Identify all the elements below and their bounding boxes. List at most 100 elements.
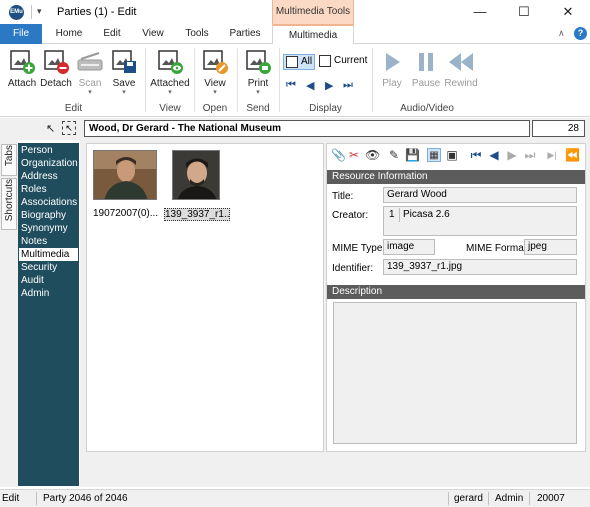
- quick-access-dropdown-icon[interactable]: ▾: [37, 6, 42, 17]
- media-end-icon[interactable]: ▶|: [545, 148, 559, 162]
- tab-parties[interactable]: Parties: [222, 24, 268, 44]
- detach-button[interactable]: Detach: [39, 48, 73, 89]
- mime-format-field[interactable]: jpeg: [524, 239, 577, 255]
- view-button[interactable]: View ▾: [198, 48, 232, 96]
- thumbnail-item[interactable]: 139_3937_r1....: [164, 150, 230, 221]
- group-separator: [372, 48, 373, 112]
- pointer-icon[interactable]: ↖: [46, 122, 55, 135]
- nav-item-roles[interactable]: Roles: [21, 183, 47, 196]
- play-label: Play: [382, 78, 402, 89]
- side-tab-shortcuts-label: Shortcuts: [3, 179, 15, 222]
- attached-dropdown-icon: ▾: [168, 89, 172, 96]
- display-last-icon[interactable]: ⏭: [343, 79, 353, 92]
- scan-dropdown-icon: ▾: [88, 89, 92, 96]
- mime-type-field[interactable]: image: [383, 239, 435, 255]
- pause-button[interactable]: Pause: [410, 48, 442, 89]
- group-label-view: View: [159, 103, 181, 114]
- first-record-icon[interactable]: ⏮: [469, 148, 483, 162]
- view-dropdown-icon: ▾: [213, 89, 217, 96]
- nav-item-organization[interactable]: Organization: [21, 157, 78, 170]
- edit-image-icon[interactable]: ✎: [387, 148, 401, 162]
- rewind-label: Rewind: [444, 78, 478, 89]
- rewind-button[interactable]: Rewind: [444, 48, 478, 89]
- nav-item-admin[interactable]: Admin: [21, 287, 49, 300]
- mime-format-label: MIME Format:: [466, 243, 530, 254]
- quick-access-separator: [31, 5, 32, 19]
- print-button[interactable]: Print ▾: [241, 48, 275, 96]
- display-prev-icon[interactable]: ◀: [306, 79, 314, 92]
- last-record-icon[interactable]: ⏭: [523, 148, 537, 162]
- nav-item-synonymy[interactable]: Synonymy: [21, 222, 68, 235]
- nav-item-multimedia[interactable]: Multimedia: [19, 248, 78, 261]
- status-bar: Edit Party 2046 of 2046 gerard Admin 200…: [0, 489, 590, 507]
- nav-item-person[interactable]: Person: [21, 144, 53, 157]
- save-label: Save: [112, 78, 136, 89]
- context-tab-header: Multimedia Tools: [272, 0, 354, 24]
- side-tab-tabs[interactable]: Tabs: [1, 144, 17, 176]
- save-disk-icon[interactable]: 💾: [405, 148, 420, 162]
- grid-view-icon[interactable]: ▦: [427, 148, 441, 162]
- attach-button[interactable]: Attach: [5, 48, 39, 89]
- prev-record-icon[interactable]: ◀: [487, 148, 501, 162]
- single-view-icon[interactable]: ▣: [445, 148, 459, 162]
- select-region-icon[interactable]: ↖: [62, 121, 76, 135]
- scan-icon: [77, 52, 103, 71]
- side-tab-shortcuts[interactable]: Shortcuts: [1, 178, 17, 230]
- attached-button[interactable]: Attached ▾: [150, 48, 190, 96]
- save-button[interactable]: Save ▾: [107, 48, 141, 96]
- description-field[interactable]: [333, 302, 577, 444]
- nav-item-audit[interactable]: Audit: [21, 274, 44, 287]
- next-record-icon[interactable]: ▶: [505, 148, 519, 162]
- resource-info-header: Resource Information: [327, 170, 585, 184]
- minimize-button[interactable]: —: [458, 0, 502, 24]
- nav-item-address[interactable]: Address: [21, 170, 58, 183]
- detach-icon: [44, 50, 69, 74]
- nav-item-notes[interactable]: Notes: [21, 235, 47, 248]
- title-field[interactable]: Gerard Wood: [383, 187, 577, 203]
- identifier-field[interactable]: 139_3937_r1.jpg: [383, 259, 577, 275]
- nav-item-biography[interactable]: Biography: [21, 209, 66, 222]
- app-logo-icon[interactable]: EMu: [9, 5, 24, 20]
- detach-clip-icon[interactable]: ✂: [347, 148, 361, 162]
- creator-field[interactable]: 1 Picasa 2.6: [383, 206, 577, 236]
- tab-edit[interactable]: Edit: [93, 24, 131, 44]
- status-separator: [488, 492, 489, 505]
- display-current-label: Current: [334, 55, 368, 66]
- window-title: Parties (1) - Edit: [57, 6, 137, 18]
- nav-item-security[interactable]: Security: [21, 261, 57, 274]
- tab-file[interactable]: File: [0, 24, 42, 44]
- help-icon[interactable]: ?: [574, 27, 587, 40]
- tab-home[interactable]: Home: [48, 24, 90, 44]
- thumbnail-item[interactable]: 19072007(0)....: [93, 150, 159, 219]
- attach-clip-icon[interactable]: 📎: [331, 148, 346, 162]
- ribbon-collapse-icon[interactable]: ∧: [558, 28, 565, 39]
- tab-multimedia[interactable]: Multimedia: [272, 24, 354, 45]
- nav-panel: Person Organization Address Roles Associ…: [18, 143, 79, 486]
- display-next-icon[interactable]: ▶: [325, 79, 333, 92]
- ribbon: Attach Detach Scan ▾ Save ▾ Edit Attache…: [0, 44, 590, 117]
- display-current-button[interactable]: Current: [317, 54, 367, 70]
- status-user: gerard: [454, 493, 483, 504]
- view-eye-icon[interactable]: 👁: [365, 148, 380, 162]
- close-button[interactable]: ✕: [546, 0, 590, 24]
- print-icon: [246, 50, 271, 74]
- record-title: Wood, Dr Gerard - The National Museum: [84, 120, 530, 137]
- thumbnail-caption: 139_3937_r1....: [164, 208, 230, 221]
- media-rewind-icon[interactable]: ⏪: [565, 148, 580, 162]
- display-all-button[interactable]: All: [283, 54, 315, 70]
- nav-item-associations[interactable]: Associations: [21, 196, 77, 209]
- attach-label: Attach: [7, 78, 37, 89]
- tab-tools[interactable]: Tools: [176, 24, 218, 44]
- view-label: View: [204, 78, 226, 89]
- tab-view[interactable]: View: [134, 24, 172, 44]
- maximize-button[interactable]: ☐: [502, 0, 546, 24]
- attach-icon: [10, 50, 35, 74]
- creator-label: Creator:: [332, 210, 369, 221]
- view-icon: [203, 50, 228, 74]
- play-icon: [386, 53, 400, 71]
- group-label-display: Display: [309, 103, 342, 114]
- scan-button[interactable]: Scan ▾: [73, 48, 107, 96]
- display-first-icon[interactable]: ⏮: [286, 79, 296, 92]
- display-current-icon: [319, 55, 331, 67]
- play-button[interactable]: Play: [377, 48, 407, 89]
